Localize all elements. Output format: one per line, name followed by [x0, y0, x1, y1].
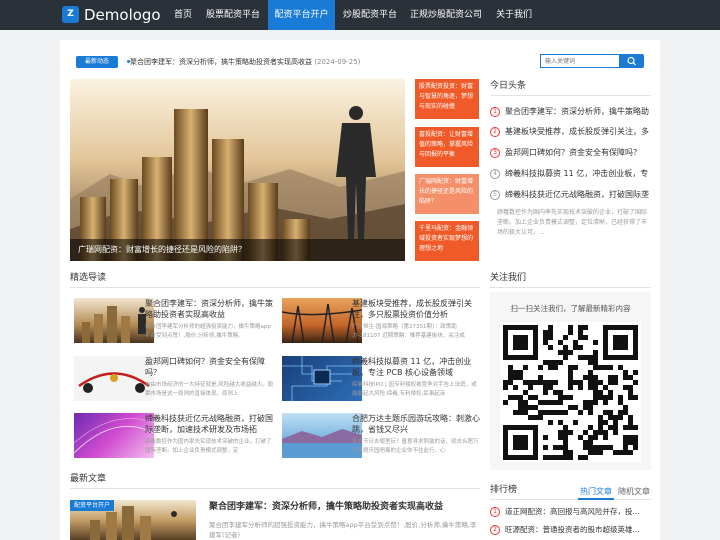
nav-item-open-account[interactable]: 配资平台开户	[268, 0, 335, 30]
headline-summary: 缔羲数控作为国内率先实现技术突破的企业，打破了国际垄断。加上企业负责模式调整，定…	[497, 209, 648, 236]
guide-thumb[interactable]	[74, 356, 154, 401]
guide-thumb[interactable]	[282, 298, 362, 343]
search-button[interactable]	[620, 54, 644, 68]
guide-item-title[interactable]: 基建板块受推荐，成长股反弹引关注，多只股票投资价值分析	[352, 298, 480, 320]
guide-thumb[interactable]	[282, 356, 362, 401]
qr-code[interactable]	[500, 322, 641, 462]
power-lines-image	[282, 303, 362, 343]
headline-num: 4	[490, 169, 500, 179]
headline-num: 3	[490, 148, 500, 158]
rank-item[interactable]: 旺源配资：普通投资者的股市超级英雄...	[505, 524, 651, 535]
ticker-badge: 最新动态	[76, 56, 118, 68]
logo-text[interactable]: Demologo	[84, 5, 161, 25]
tab-indicator	[578, 498, 614, 500]
headline-num: 2	[490, 127, 500, 137]
logo-mark[interactable]: Z	[62, 6, 79, 23]
nav-item-stock-trading[interactable]: 炒股配资平台	[337, 0, 403, 30]
guide-item-title[interactable]: 合肥万达主题乐园游玩攻略：刺激心跳，省钱又尽兴	[352, 413, 480, 435]
guide-thumb[interactable]	[282, 413, 362, 458]
feature-tile-4[interactable]: 千里马配资：金融领域投资者实现梦想的理想之地	[415, 221, 479, 261]
guide-item-desc: 广证恒生-国海策略（第27351期）：政策助力-181107 近期策略：推荐基建…	[352, 324, 465, 339]
feature-tile-3[interactable]: 广瑞网配资：财富增长的捷径还是风险的陷阱？	[415, 174, 479, 214]
latest-divider	[70, 488, 480, 489]
rank-num: 1	[490, 507, 500, 517]
headline-item[interactable]: 聚合团李建军：资深分析师，擒牛策略助	[505, 106, 651, 117]
nav-item-regular-company[interactable]: 正规炒股配资公司	[405, 0, 487, 30]
ranking-divider	[490, 499, 651, 500]
guide-title: 精选导读	[70, 273, 107, 283]
feature-tile-1[interactable]: 股票配资投资：财富与智慧的角逐，梦想与现实的碰撞	[415, 79, 479, 119]
guide-divider	[70, 287, 480, 288]
guide-item-desc: 各大节日去哪里玩？善意寻求刺激的话，就去合肥万达主题乐园吧离的企业你不往此行，心	[352, 439, 479, 454]
feature-tile-2[interactable]: 富投配资：让财富增值的策略，掌握风险与回报的平衡	[415, 127, 479, 167]
hero-image	[70, 79, 405, 261]
latest-item-title[interactable]: 聚合团李建军：资深分析师，擒牛策略助投资者实现高收益	[209, 501, 479, 513]
hands-rope-image	[78, 372, 150, 393]
guide-item-desc: 缔羲数控作为国内率先实现技术突破的企业，打破了国际垄断。加上企业负责模式调整，定	[145, 439, 272, 454]
follow-text: 扫一扫关注我们，了解最新精彩内容	[510, 304, 631, 313]
headlines-divider	[490, 95, 651, 96]
latest-category-badge[interactable]: 配资平台开户	[70, 500, 115, 511]
guide-item-title[interactable]: 聚合团李建军：资深分析师，擒牛策略助投资者实现高收益	[145, 298, 275, 320]
rank-num: 2	[490, 525, 500, 535]
tab-random-articles[interactable]: 随机文章	[618, 486, 650, 497]
nav-item-stock-margin[interactable]: 股票配资平台	[200, 0, 266, 30]
qr-code-icon	[503, 325, 638, 460]
ranking-title: 排行榜	[490, 485, 518, 495]
headline-num: 5	[490, 190, 500, 200]
follow-title: 关注我们	[490, 273, 527, 283]
search-icon	[627, 56, 636, 66]
guide-item-title[interactable]: 盈邦网口碑如何？资金安全有保障吗？	[145, 356, 275, 378]
headline-item[interactable]: 缔羲科技获近亿元战略融资，打破国际垄	[505, 189, 651, 200]
headlines-title: 今日头条	[490, 81, 527, 91]
abstract-light-image	[74, 418, 154, 454]
coins-image	[82, 306, 146, 343]
guide-thumb[interactable]	[74, 413, 154, 458]
latest-item-desc: 聚合团李建军分析师的超强投资能力，擒牛策略app平台受到点赞！,股价,分析师,擒…	[209, 521, 477, 539]
headline-num: 1	[490, 107, 500, 117]
circuit-image	[282, 356, 362, 401]
ticker-text[interactable]: 聚合团李建军：资深分析师，擒牛策略助投资者实现高收益 (2024-09-25)	[130, 55, 360, 69]
headline-item[interactable]: 盈邦网口碑如何？资金安全有保障吗？	[505, 147, 651, 158]
follow-divider	[490, 287, 651, 288]
nav-item-about[interactable]: 关于我们	[490, 0, 538, 30]
hero-banner[interactable]: 广瑞网配资：财富增长的捷径还是风险的陷阱？	[70, 79, 405, 261]
tab-hot-articles[interactable]: 热门文章	[580, 486, 612, 497]
guide-item-desc: 自由市场经济的一大特征就是,风险越大收益越大。股票市场是这一原则的直接体现，原则…	[145, 382, 274, 397]
lake-image	[282, 429, 362, 458]
guide-item-desc: 缔羲科技IPO | 因专利侵权被竞争对手告上法庭，或能崛起大风险,缔羲,专利侵权…	[352, 382, 477, 397]
rank-item[interactable]: 道正网配资：高回报与高风险并存，投...	[505, 506, 651, 517]
nav-item-home[interactable]: 首页	[168, 0, 198, 30]
guide-item-title[interactable]: 缔羲科技拟募资 11 亿，冲击创业板，专注 PCB 核心设备领域	[352, 356, 480, 378]
latest-title: 最新文章	[70, 474, 107, 484]
headline-item[interactable]: 缔羲科技拟募资 11 亿，冲击创业板，专	[505, 168, 651, 179]
search-input[interactable]	[540, 54, 620, 68]
guide-item-title[interactable]: 缔羲科技获近亿元战略融资，打破国际垄断，加速技术研发及市场拓	[145, 413, 275, 435]
guide-item-desc: 聚合团李建军分析师的超强投资能力，擒牛策略app平台受到点赞！,股价,分析师,擒…	[145, 324, 271, 339]
guide-thumb[interactable]	[74, 298, 154, 343]
hero-caption: 广瑞网配资：财富增长的捷径还是风险的陷阱？	[70, 239, 405, 261]
headline-item[interactable]: 基建板块受推荐，成长股反弹引关注，多	[505, 126, 651, 137]
